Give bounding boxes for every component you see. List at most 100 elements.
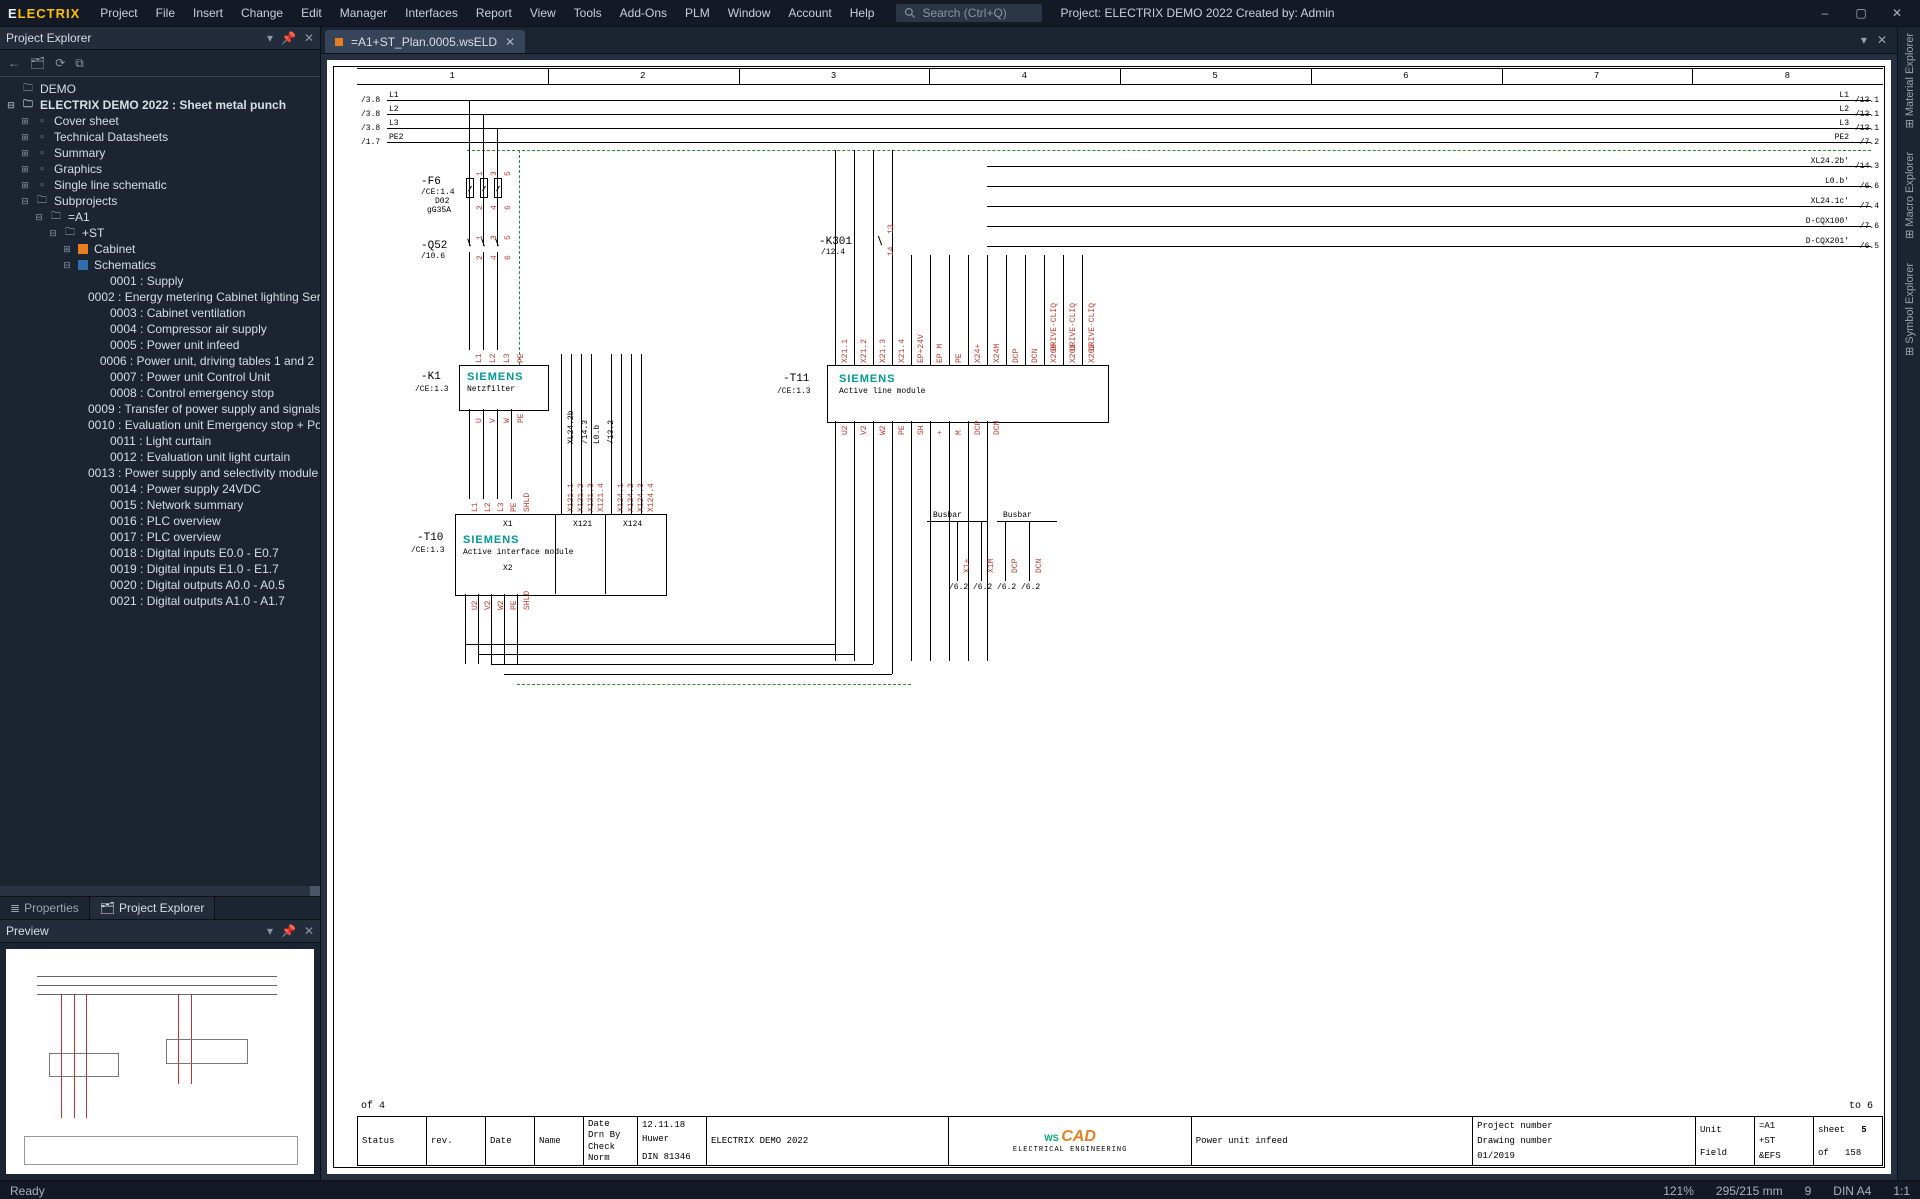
- tree-page-0021[interactable]: 0021 : Digital outputs A1.0 - A1.7: [0, 593, 320, 609]
- tree-twisty-icon[interactable]: ⊟: [34, 212, 44, 223]
- global-search[interactable]: Search (Ctrl+Q): [896, 4, 1042, 22]
- tree-page-0008[interactable]: 0008 : Control emergency stop: [0, 385, 320, 401]
- tree-twisty-icon[interactable]: ⊟: [48, 228, 58, 239]
- tree-summary[interactable]: ⊞▫Summary: [0, 145, 320, 161]
- tree-page-0018[interactable]: 0018 : Digital inputs E0.0 - E0.7: [0, 545, 320, 561]
- doc-tab-close-icon[interactable]: ✕: [505, 35, 515, 49]
- collapse-icon[interactable]: ⧉: [75, 56, 84, 71]
- panel-dropdown-icon[interactable]: ▾: [267, 31, 273, 45]
- wire: [949, 255, 950, 365]
- tab-project-explorer[interactable]: 🗂 Project Explorer: [90, 897, 216, 919]
- panel-close-icon[interactable]: ✕: [304, 31, 314, 45]
- tree-twisty-icon[interactable]: ⊞: [62, 244, 72, 255]
- tree-twisty-icon[interactable]: ⊞: [20, 116, 30, 127]
- menu-view[interactable]: View: [522, 3, 564, 23]
- tree-cabinet[interactable]: ⊞Cabinet: [0, 241, 320, 257]
- rail-symbol-explorer[interactable]: ⊞ Symbol Explorer: [1903, 263, 1916, 356]
- tree-page-0004[interactable]: 0004 : Compressor air supply: [0, 321, 320, 337]
- menu-interfaces[interactable]: Interfaces: [397, 3, 466, 23]
- menu-insert[interactable]: Insert: [185, 3, 231, 23]
- tree-scrollbar-h[interactable]: [0, 886, 320, 896]
- tree-page-0001[interactable]: 0001 : Supply: [0, 273, 320, 289]
- tree-page-0003[interactable]: 0003 : Cabinet ventilation: [0, 305, 320, 321]
- menu-help[interactable]: Help: [842, 3, 883, 23]
- tree-twisty-icon[interactable]: ⊞: [20, 180, 30, 191]
- tree-project-root[interactable]: ⊟🗀ELECTRIX DEMO 2022 : Sheet metal punch: [0, 97, 320, 113]
- tree-page-0017[interactable]: 0017 : PLC overview: [0, 529, 320, 545]
- tb-date-label: Date: [490, 1136, 530, 1146]
- tree-page-0010[interactable]: 0010 : Evaluation unit Emergency stop + …: [0, 417, 320, 433]
- tree-page-0020[interactable]: 0020 : Digital outputs A0.0 - A0.5: [0, 577, 320, 593]
- new-folder-icon[interactable]: 🗂: [30, 56, 45, 70]
- tree-sld[interactable]: ⊞▫Single line schematic: [0, 177, 320, 193]
- tree-twisty-icon[interactable]: ⊟: [62, 260, 72, 271]
- tree-page-0015[interactable]: 0015 : Network summary: [0, 497, 320, 513]
- tree-st[interactable]: ⊟🗀+ST: [0, 225, 320, 241]
- panel-close-icon[interactable]: ✕: [304, 924, 314, 938]
- panel-pin-icon[interactable]: 📌: [281, 31, 296, 45]
- schematic-page[interactable]: 12345678L1/3.8L1/13.1L2/3.8L2/13.1L3/3.8…: [327, 60, 1891, 1174]
- drawing-viewport[interactable]: 12345678L1/3.8L1/13.1L2/3.8L2/13.1L3/3.8…: [321, 54, 1897, 1180]
- menu-change[interactable]: Change: [233, 3, 291, 23]
- project-tree[interactable]: 🗀DEMO⊟🗀ELECTRIX DEMO 2022 : Sheet metal …: [0, 77, 320, 886]
- tree-twisty-icon[interactable]: ⊞: [20, 164, 30, 175]
- tree-a1[interactable]: ⊟🗀=A1: [0, 209, 320, 225]
- menu-project[interactable]: Project: [92, 3, 145, 23]
- tree-twisty-icon[interactable]: ⊞: [20, 148, 30, 159]
- menu-report[interactable]: Report: [468, 3, 520, 23]
- menu-manager[interactable]: Manager: [332, 3, 395, 23]
- t10-x1-pin: L2: [484, 502, 493, 512]
- rail-material-explorer[interactable]: ⊞ Material Explorer: [1903, 33, 1916, 128]
- f6-d02: D02: [435, 197, 449, 206]
- menu-addons[interactable]: Add-Ons: [612, 3, 675, 23]
- tree-node-label: Summary: [54, 146, 105, 160]
- menu-tools[interactable]: Tools: [566, 3, 610, 23]
- doc-tabs-close-all-icon[interactable]: ✕: [1877, 33, 1887, 47]
- wire: [511, 409, 512, 499]
- tree-subprojects[interactable]: ⊟🗀Subprojects: [0, 193, 320, 209]
- minimize-button[interactable]: –: [1808, 0, 1842, 26]
- tree-page-0007[interactable]: 0007 : Power unit Control Unit: [0, 369, 320, 385]
- tree-page-0016[interactable]: 0016 : PLC overview: [0, 513, 320, 529]
- tree-twisty-icon[interactable]: ⊟: [6, 100, 16, 111]
- refresh-icon[interactable]: ⟳: [55, 56, 65, 70]
- menu-edit[interactable]: Edit: [293, 3, 330, 23]
- preview-thumbnail[interactable]: [6, 949, 314, 1174]
- tree-twisty-icon[interactable]: ⊟: [20, 196, 30, 207]
- close-button[interactable]: ✕: [1880, 0, 1914, 26]
- doc-tabs-dropdown-icon[interactable]: ▾: [1861, 33, 1867, 47]
- rail-macro-explorer[interactable]: ⊞ Macro Explorer: [1903, 152, 1916, 239]
- tree-page-0009[interactable]: 0009 : Transfer of power supply and sign…: [0, 401, 320, 417]
- menu-file[interactable]: File: [148, 3, 183, 23]
- tree-schematics[interactable]: ⊟Schematics: [0, 257, 320, 273]
- tree-page-0012[interactable]: 0012 : Evaluation unit light curtain: [0, 449, 320, 465]
- tree-page-0005[interactable]: 0005 : Power unit infeed: [0, 337, 320, 353]
- tree-node-icon: 🗀: [36, 195, 48, 207]
- panel-pin-icon[interactable]: 📌: [281, 924, 296, 938]
- tb-sheet-value: 5: [1861, 1125, 1866, 1135]
- wire: [1029, 521, 1030, 581]
- menu-window[interactable]: Window: [720, 3, 779, 23]
- tree-page-0006[interactable]: 0006 : Power unit, driving tables 1 and …: [0, 353, 320, 369]
- tree-cover[interactable]: ⊞▫Cover sheet: [0, 113, 320, 129]
- pe-dashed: [467, 150, 1871, 151]
- tree-node-label: 0014 : Power supply 24VDC: [110, 482, 261, 496]
- menu-plm[interactable]: PLM: [677, 3, 718, 23]
- tree-graphics[interactable]: ⊞▫Graphics: [0, 161, 320, 177]
- tree-demo[interactable]: 🗀DEMO: [0, 81, 320, 97]
- nav-back-icon[interactable]: ←: [8, 56, 20, 70]
- status-zoom[interactable]: 121%: [1663, 1184, 1694, 1198]
- menu-account[interactable]: Account: [780, 3, 839, 23]
- panel-dropdown-icon[interactable]: ▾: [267, 924, 273, 938]
- tree-node-icon: [92, 307, 104, 319]
- tree-page-0013[interactable]: 0013 : Power supply and selectivity modu…: [0, 465, 320, 481]
- tree-page-0011[interactable]: 0011 : Light curtain: [0, 433, 320, 449]
- tree-datasheets[interactable]: ⊞▫Technical Datasheets: [0, 129, 320, 145]
- tree-page-0002[interactable]: 0002 : Energy metering Cabinet lighting …: [0, 289, 320, 305]
- tree-page-0019[interactable]: 0019 : Digital inputs E1.0 - E1.7: [0, 561, 320, 577]
- tab-properties[interactable]: ≣ Properties: [0, 897, 90, 919]
- tree-twisty-icon[interactable]: ⊞: [20, 132, 30, 143]
- tree-page-0014[interactable]: 0014 : Power supply 24VDC: [0, 481, 320, 497]
- maximize-button[interactable]: ▢: [1844, 0, 1878, 26]
- document-tab[interactable]: =A1+ST_Plan.0005.wsELD ✕: [325, 30, 525, 53]
